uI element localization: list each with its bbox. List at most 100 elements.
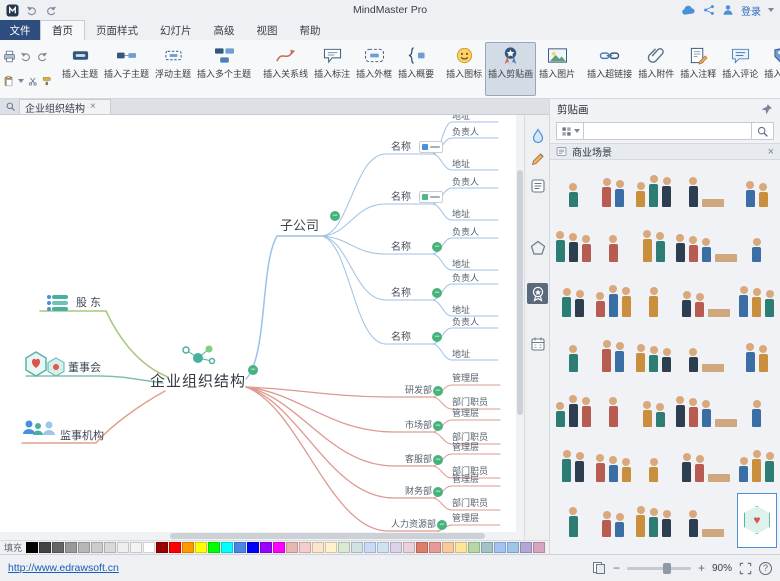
collapse-button[interactable]: − [433, 386, 443, 396]
topic-supervisory[interactable]: 监事机构 [60, 429, 104, 443]
insert-note-button[interactable]: 插入注释 [677, 42, 719, 96]
chevron-down-icon[interactable] [768, 8, 774, 12]
cloud-icon[interactable] [681, 5, 696, 16]
management-topic[interactable]: 管理层 [452, 512, 479, 525]
color-swatch[interactable] [221, 542, 233, 553]
tab-view[interactable]: 视图 [246, 20, 289, 40]
insert-attachment-button[interactable]: 插入附件 [635, 42, 677, 96]
category-close-icon[interactable]: × [768, 146, 774, 158]
clipart-item[interactable] [593, 328, 633, 383]
tab-page-style[interactable]: 页面样式 [85, 20, 149, 40]
clipart-item[interactable] [553, 493, 593, 548]
topic-subsidiary[interactable]: 子公司 [280, 218, 319, 234]
collapse-button[interactable]: − [433, 455, 443, 465]
central-topic[interactable]: 企业组织结构 [150, 373, 246, 391]
print-icon[interactable] [3, 50, 16, 63]
collapse-button[interactable]: − [330, 211, 340, 221]
zoom-slider[interactable] [627, 567, 691, 570]
color-swatch[interactable] [377, 542, 389, 553]
color-swatch[interactable] [273, 542, 285, 553]
clipart-item[interactable] [634, 218, 674, 273]
document-tab[interactable]: 企业组织结构 × [19, 99, 111, 114]
insert-comment-button[interactable]: 插入评论 [719, 42, 761, 96]
insert-boundary-button[interactable]: 插入外框 [353, 42, 395, 96]
paste-dropdown-icon[interactable] [18, 79, 24, 83]
address-topic[interactable]: 地址 [452, 208, 470, 221]
management-topic[interactable]: 管理层 [452, 441, 479, 454]
topic-shareholders[interactable]: 股 东 [76, 296, 101, 310]
topic-board[interactable]: 董事会 [68, 361, 101, 375]
clipart-item[interactable]: ♥ [737, 493, 777, 548]
color-swatch[interactable] [299, 542, 311, 553]
clipart-item[interactable] [737, 438, 777, 493]
login-button[interactable]: 登录 [741, 3, 761, 18]
clipart-item[interactable] [593, 438, 633, 493]
color-swatch[interactable] [52, 542, 64, 553]
collapse-button[interactable]: − [432, 332, 442, 342]
dock-theme-icon[interactable] [527, 237, 548, 258]
tab-help[interactable]: 帮助 [289, 20, 332, 40]
clipart-item[interactable] [674, 493, 737, 548]
dock-outline-icon[interactable] [527, 175, 548, 196]
clipart-item[interactable] [674, 328, 737, 383]
clipart-search-input[interactable] [584, 122, 752, 140]
person-in-charge-topic[interactable]: 负责人 [452, 126, 479, 139]
floating-topic-button[interactable]: 浮动主题 [152, 42, 194, 96]
management-topic[interactable]: 管理层 [452, 473, 479, 486]
fit-screen-icon[interactable] [739, 562, 752, 575]
color-swatch[interactable] [468, 542, 480, 553]
color-swatch[interactable] [325, 542, 337, 553]
clipart-category-dropdown[interactable] [556, 122, 584, 140]
insert-subtopic-button[interactable]: 插入子主题 [101, 42, 152, 96]
clipart-item[interactable] [674, 383, 737, 438]
person-in-charge-topic[interactable]: 负责人 [452, 176, 479, 189]
clipart-category-row[interactable]: 商业场景 × [550, 143, 780, 160]
dock-task-icon[interactable] [527, 333, 548, 354]
subsidiary-name-topic[interactable]: 名称 [391, 331, 411, 344]
color-swatch[interactable] [156, 542, 168, 553]
address-topic[interactable]: 地址 [452, 348, 470, 361]
dock-format-icon[interactable] [527, 125, 548, 146]
dock-pen-icon[interactable] [527, 148, 548, 169]
collapse-button[interactable]: − [248, 365, 258, 375]
clipart-item[interactable] [737, 218, 777, 273]
subsidiary-name-topic[interactable]: 名称 [391, 191, 411, 204]
clipart-item[interactable] [553, 218, 593, 273]
insert-multiple-topics-button[interactable]: 插入多个主题 [194, 42, 254, 96]
subsidiary-name-topic[interactable]: 名称 [391, 287, 411, 300]
vertical-scrollbar[interactable] [516, 115, 524, 540]
collapse-button[interactable]: − [433, 421, 443, 431]
color-swatch[interactable] [533, 542, 545, 553]
color-swatch[interactable] [143, 542, 155, 553]
format-painter-icon[interactable] [42, 75, 51, 87]
color-swatch[interactable] [390, 542, 402, 553]
clipart-item[interactable] [553, 438, 593, 493]
management-topic[interactable]: 管理层 [452, 407, 479, 420]
color-swatch[interactable] [481, 542, 493, 553]
clipart-item[interactable] [674, 438, 737, 493]
zoom-in-button[interactable]: + [698, 562, 705, 574]
clipart-item[interactable] [593, 163, 633, 218]
zoom-out-button[interactable]: − [613, 562, 620, 574]
insert-hyperlink-button[interactable]: 插入超链接 [584, 42, 635, 96]
share-icon[interactable] [703, 4, 715, 16]
color-swatch[interactable] [455, 542, 467, 553]
color-swatch[interactable] [494, 542, 506, 553]
collapse-button[interactable]: − [432, 288, 442, 298]
clipart-item[interactable] [737, 273, 777, 328]
color-swatch[interactable] [338, 542, 350, 553]
clipart-item[interactable] [593, 273, 633, 328]
insert-tag-button[interactable]: 插入标签 [761, 42, 780, 96]
color-swatch[interactable] [507, 542, 519, 553]
address-topic[interactable]: 地址 [452, 115, 470, 123]
person-in-charge-topic[interactable]: 负责人 [452, 226, 479, 239]
collapse-button[interactable]: − [437, 520, 447, 530]
color-swatch[interactable] [182, 542, 194, 553]
subsidiary-name-topic[interactable]: 名称 [391, 141, 411, 154]
color-swatch[interactable] [208, 542, 220, 553]
address-topic[interactable]: 地址 [452, 158, 470, 171]
department-topic[interactable]: 客服部 [396, 453, 432, 466]
undo-icon[interactable] [26, 4, 38, 16]
department-topic[interactable]: 研发部 [396, 384, 432, 397]
department-topic[interactable]: 人力资源部 [388, 518, 436, 531]
